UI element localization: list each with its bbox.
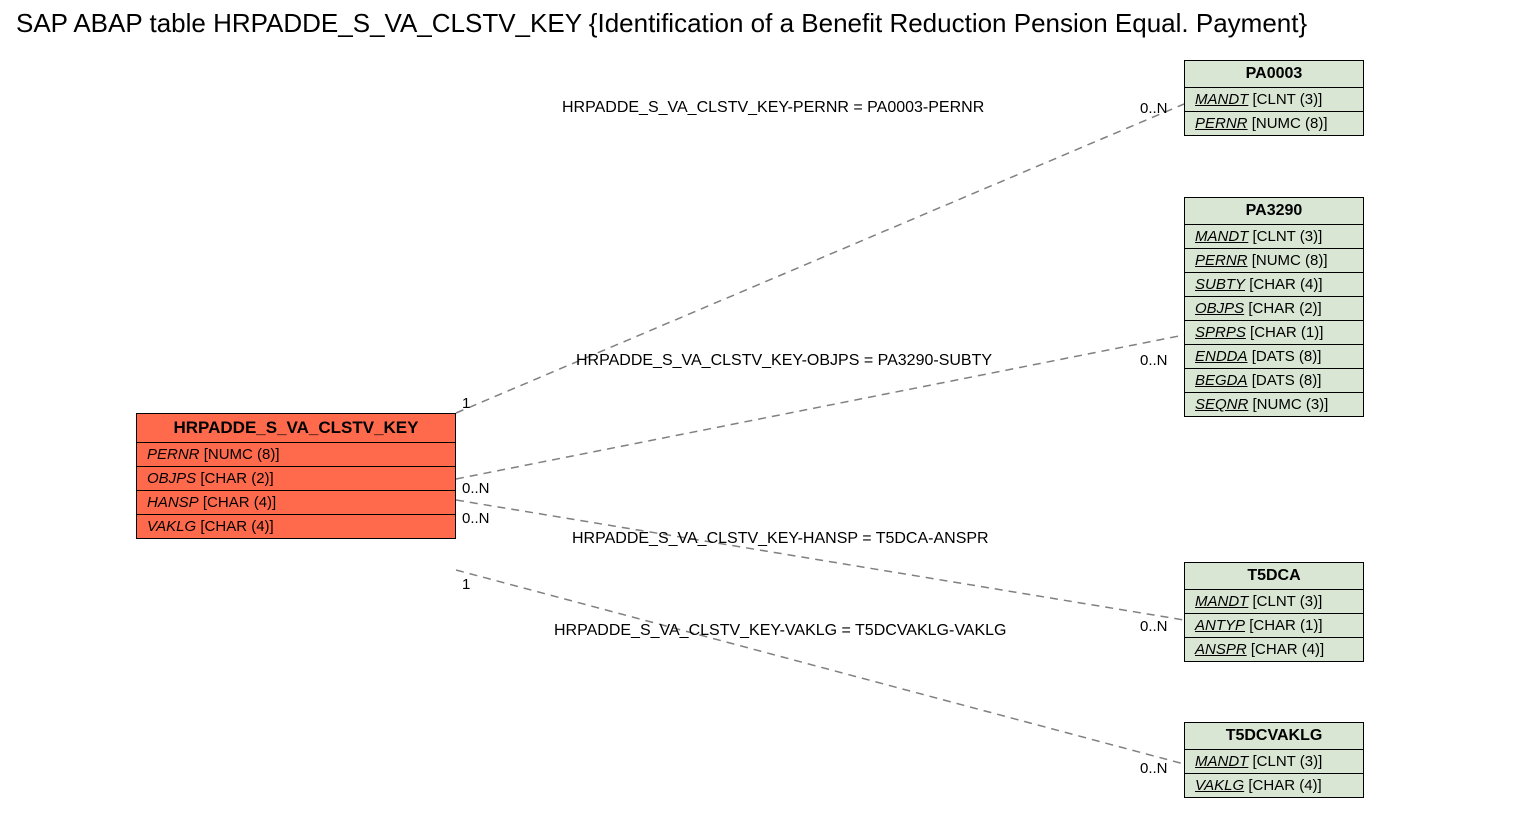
- entity-field: BEGDA [DATS (8)]: [1185, 369, 1363, 393]
- cardinality-right-1: 0..N: [1140, 100, 1168, 117]
- entity-field: VAKLG [CHAR (4)]: [137, 515, 455, 538]
- entity-field: PERNR [NUMC (8)]: [1185, 249, 1363, 273]
- relation-label-3: HRPADDE_S_VA_CLSTV_KEY-HANSP = T5DCA-ANS…: [572, 530, 989, 548]
- cardinality-right-3: 0..N: [1140, 618, 1168, 635]
- cardinality-left-3: 0..N: [462, 510, 490, 527]
- entity-field: OBJPS [CHAR (2)]: [1185, 297, 1363, 321]
- entity-main-header: HRPADDE_S_VA_CLSTV_KEY: [137, 414, 455, 443]
- entity-field: PERNR [NUMC (8)]: [137, 443, 455, 467]
- entity-field: VAKLG [CHAR (4)]: [1185, 774, 1363, 797]
- relation-label-1: HRPADDE_S_VA_CLSTV_KEY-PERNR = PA0003-PE…: [562, 99, 984, 117]
- entity-pa3290: PA3290 MANDT [CLNT (3)] PERNR [NUMC (8)]…: [1184, 197, 1364, 417]
- entity-main: HRPADDE_S_VA_CLSTV_KEY PERNR [NUMC (8)] …: [136, 413, 456, 539]
- entity-field: SUBTY [CHAR (4)]: [1185, 273, 1363, 297]
- entity-field: OBJPS [CHAR (2)]: [137, 467, 455, 491]
- entity-field: ANSPR [CHAR (4)]: [1185, 638, 1363, 661]
- cardinality-right-4: 0..N: [1140, 760, 1168, 777]
- cardinality-left-2: 0..N: [462, 480, 490, 497]
- entity-field: SEQNR [NUMC (3)]: [1185, 393, 1363, 416]
- entity-t5dcvaklg: T5DCVAKLG MANDT [CLNT (3)] VAKLG [CHAR (…: [1184, 722, 1364, 798]
- relation-label-4: HRPADDE_S_VA_CLSTV_KEY-VAKLG = T5DCVAKLG…: [554, 622, 1006, 640]
- entity-field: PERNR [NUMC (8)]: [1185, 112, 1363, 135]
- entity-field: MANDT [CLNT (3)]: [1185, 225, 1363, 249]
- entity-header: T5DCA: [1185, 563, 1363, 590]
- cardinality-right-2: 0..N: [1140, 352, 1168, 369]
- diagram-title: SAP ABAP table HRPADDE_S_VA_CLSTV_KEY {I…: [16, 8, 1307, 39]
- entity-pa0003: PA0003 MANDT [CLNT (3)] PERNR [NUMC (8)]: [1184, 60, 1364, 136]
- relation-label-2: HRPADDE_S_VA_CLSTV_KEY-OBJPS = PA3290-SU…: [576, 352, 992, 370]
- entity-header: PA0003: [1185, 61, 1363, 88]
- entity-header: PA3290: [1185, 198, 1363, 225]
- entity-field: HANSP [CHAR (4)]: [137, 491, 455, 515]
- entity-field: ANTYP [CHAR (1)]: [1185, 614, 1363, 638]
- entity-field: MANDT [CLNT (3)]: [1185, 750, 1363, 774]
- entity-field: MANDT [CLNT (3)]: [1185, 590, 1363, 614]
- entity-field: SPRPS [CHAR (1)]: [1185, 321, 1363, 345]
- cardinality-left-1: 1: [462, 395, 470, 412]
- entity-field: MANDT [CLNT (3)]: [1185, 88, 1363, 112]
- entity-header: T5DCVAKLG: [1185, 723, 1363, 750]
- cardinality-left-4: 1: [462, 576, 470, 593]
- entity-t5dca: T5DCA MANDT [CLNT (3)] ANTYP [CHAR (1)] …: [1184, 562, 1364, 662]
- entity-field: ENDDA [DATS (8)]: [1185, 345, 1363, 369]
